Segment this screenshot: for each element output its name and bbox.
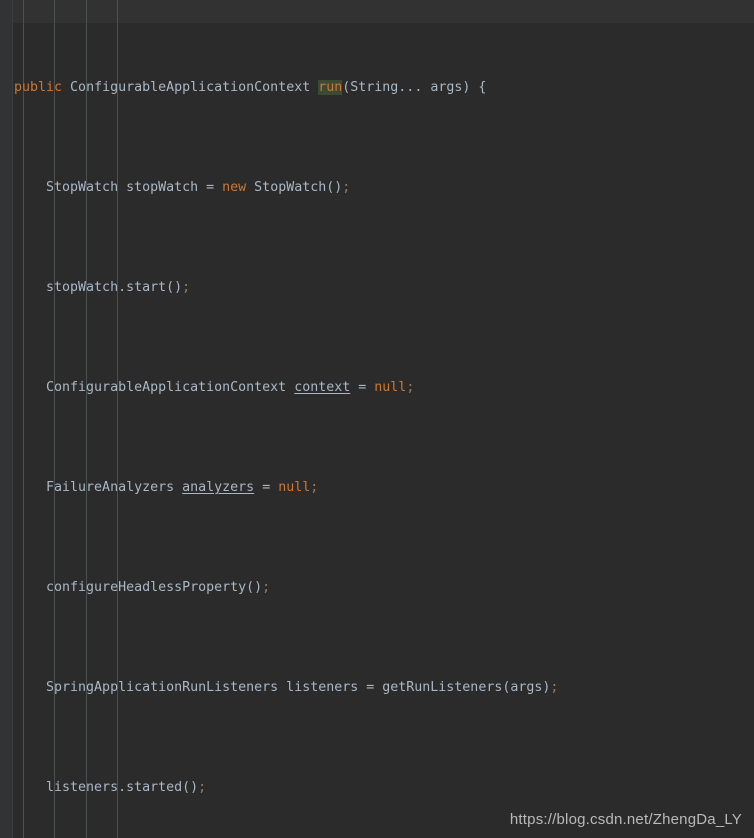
semicolon: ; <box>182 280 191 295</box>
semicolon: ; <box>262 580 271 595</box>
code-editor-screenshot: public ConfigurableApplicationContext ru… <box>0 0 754 838</box>
local-var-context[interactable]: context <box>294 380 350 395</box>
code-content[interactable]: public ConfigurableApplicationContext ru… <box>0 0 754 838</box>
method-name-run[interactable]: run <box>318 80 343 95</box>
semicolon: ; <box>310 480 319 495</box>
code-line-1[interactable]: public ConfigurableApplicationContext ru… <box>0 75 754 100</box>
code-line-3[interactable]: stopWatch.start(); <box>0 275 754 300</box>
code-text: listeners.started() <box>14 780 199 795</box>
keyword-public: public <box>14 80 63 95</box>
keyword-new: new <box>222 180 247 195</box>
code-text: FailureAnalyzers <box>14 480 183 495</box>
semicolon: ; <box>198 780 207 795</box>
code-line-7[interactable]: SpringApplicationRunListeners listeners … <box>0 675 754 700</box>
code-text: StopWatch() <box>246 180 343 195</box>
code-text: ConfigurableApplicationContext <box>14 380 295 395</box>
keyword-null: null <box>374 380 407 395</box>
method-signature-rest: (String... args) { <box>342 80 487 95</box>
code-text: stopWatch.start() <box>14 280 183 295</box>
semicolon: ; <box>342 180 351 195</box>
code-text: = <box>254 480 279 495</box>
code-line-8[interactable]: listeners.started(); <box>0 775 754 800</box>
semicolon: ; <box>406 380 415 395</box>
code-text: configureHeadlessProperty() <box>14 580 263 595</box>
code-text: SpringApplicationRunListeners listeners … <box>14 680 551 695</box>
semicolon: ; <box>550 680 559 695</box>
code-text: StopWatch stopWatch = <box>14 180 223 195</box>
keyword-null: null <box>278 480 311 495</box>
local-var-analyzers[interactable]: analyzers <box>182 480 254 495</box>
code-line-5[interactable]: FailureAnalyzers analyzers = null; <box>0 475 754 500</box>
return-type: ConfigurableApplicationContext <box>62 80 319 95</box>
code-text: = <box>350 380 375 395</box>
watermark-url: https://blog.csdn.net/ZhengDa_LY <box>509 811 742 828</box>
code-line-2[interactable]: StopWatch stopWatch = new StopWatch(); <box>0 175 754 200</box>
code-line-6[interactable]: configureHeadlessProperty(); <box>0 575 754 600</box>
code-line-4[interactable]: ConfigurableApplicationContext context =… <box>0 375 754 400</box>
